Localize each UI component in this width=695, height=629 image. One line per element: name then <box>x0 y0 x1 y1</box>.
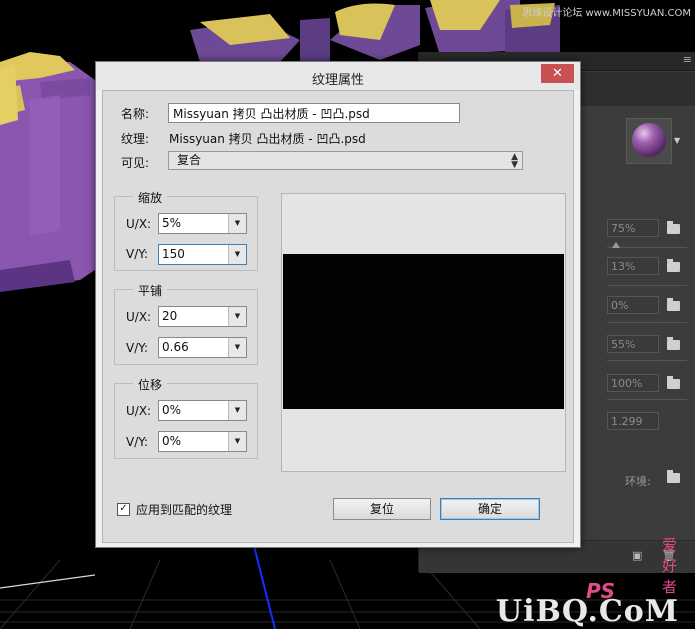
tile-u-label: U/X: <box>126 310 152 324</box>
offset-v-combo[interactable]: 0% ▼ <box>158 431 247 452</box>
close-button[interactable]: ✕ <box>541 64 574 83</box>
panel-field-2[interactable]: 13% <box>607 257 659 275</box>
panel-field-5[interactable]: 100% <box>607 374 659 392</box>
tile-v-value: 0.66 <box>162 340 189 354</box>
reset-button[interactable]: 复位 <box>333 498 431 520</box>
offset-u-value: 0% <box>162 403 182 417</box>
folder-icon[interactable] <box>667 221 680 234</box>
texture-preview-image <box>283 254 564 409</box>
panel-field-4[interactable]: 55% <box>607 335 659 353</box>
offset-v-label: V/Y: <box>126 435 149 449</box>
apply-matching-label[interactable]: 应用到匹配的纹理 <box>136 501 232 518</box>
texture-label: 纹理: <box>121 132 150 146</box>
offset-u-combo[interactable]: 0% ▼ <box>158 400 247 421</box>
tile-v-combo[interactable]: 0.66 ▼ <box>158 337 247 358</box>
scale-u-label: U/X: <box>126 217 152 231</box>
visible-select-value: 复合 <box>177 153 202 167</box>
scale-v-value: 150 <box>162 247 185 261</box>
slider-track[interactable] <box>607 285 687 286</box>
panel-field-3[interactable]: 0% <box>607 296 659 314</box>
offset-v-value: 0% <box>162 434 182 448</box>
material-ball-icon <box>632 123 666 157</box>
tile-u-value: 20 <box>162 309 178 323</box>
material-swatch[interactable] <box>626 118 672 164</box>
environment-label: 环境: <box>625 475 651 488</box>
apply-matching-checkbox[interactable]: ✓ <box>117 503 130 516</box>
texture-properties-dialog: 纹理属性 ✕ 名称: 纹理: Missyuan 拷贝 凸出材质 - 凹凸.psd… <box>95 61 581 548</box>
slider-track[interactable] <box>607 322 687 323</box>
folder-icon[interactable] <box>667 298 680 311</box>
offset-u-label: U/X: <box>126 404 152 418</box>
folder-icon[interactable] <box>667 259 680 272</box>
panel-menu-icon[interactable]: ≡ <box>683 53 692 66</box>
slider-thumb[interactable] <box>612 242 620 248</box>
scale-u-combo[interactable]: 5% ▼ <box>158 213 247 234</box>
chevron-down-icon[interactable]: ▼ <box>228 432 246 451</box>
scale-u-value: 5% <box>162 216 182 230</box>
folder-icon[interactable] <box>667 376 680 389</box>
chevron-down-icon[interactable]: ▼ <box>228 401 246 420</box>
panel-field-1[interactable]: 75% <box>607 219 659 237</box>
scale-v-combo[interactable]: 150 ▼ <box>158 244 247 265</box>
texture-value: Missyuan 拷贝 凸出材质 - 凹凸.psd <box>169 132 366 146</box>
tile-u-combo[interactable]: 20 ▼ <box>158 306 247 327</box>
offset-group: 位移 U/X: 0% ▼ V/Y: 0% ▼ <box>114 376 258 459</box>
dialog-body: 名称: 纹理: Missyuan 拷贝 凸出材质 - 凹凸.psd 可见: 复合… <box>102 90 574 543</box>
offset-group-title: 位移 <box>133 376 168 393</box>
name-field[interactable] <box>168 103 460 123</box>
ok-button[interactable]: 确定 <box>440 498 540 520</box>
scale-group: 缩放 U/X: 5% ▼ V/Y: 150 ▼ <box>114 189 258 271</box>
slider-track[interactable] <box>607 399 687 400</box>
folder-icon[interactable] <box>667 470 680 483</box>
dialog-titlebar[interactable]: 纹理属性 ✕ <box>96 62 580 90</box>
folder-icon[interactable] <box>667 337 680 350</box>
panel-field-6[interactable]: 1.299 <box>607 412 659 430</box>
scale-group-title: 缩放 <box>133 189 168 206</box>
watermark-top: 思缘设计论坛 www.MISSYUAN.COM <box>522 8 691 19</box>
chevron-down-icon[interactable]: ▼ <box>228 307 246 326</box>
slider-track[interactable] <box>607 360 687 361</box>
tile-v-label: V/Y: <box>126 341 149 355</box>
chevron-down-icon[interactable]: ▼ <box>228 214 246 233</box>
scale-v-label: V/Y: <box>126 247 149 261</box>
watermark-uibq: UiBQ.CoM <box>495 594 679 629</box>
new-layer-icon[interactable]: ▣ <box>632 549 644 562</box>
visible-label: 可见: <box>121 156 150 170</box>
chevron-down-icon[interactable]: ▼ <box>228 338 246 357</box>
visible-select[interactable]: 复合 ▲ ▼ <box>168 151 523 170</box>
chevron-down-icon[interactable]: ▼ <box>674 136 680 145</box>
tile-group-title: 平铺 <box>133 282 168 299</box>
watermark-cn: 爱好者 <box>661 536 677 596</box>
texture-preview <box>281 193 566 472</box>
updown-arrows-icon: ▲ ▼ <box>511 152 518 170</box>
name-label: 名称: <box>121 107 150 121</box>
dialog-title: 纹理属性 <box>311 73 364 88</box>
tile-group: 平铺 U/X: 20 ▼ V/Y: 0.66 ▼ <box>114 282 258 365</box>
chevron-down-icon[interactable]: ▼ <box>228 245 246 264</box>
